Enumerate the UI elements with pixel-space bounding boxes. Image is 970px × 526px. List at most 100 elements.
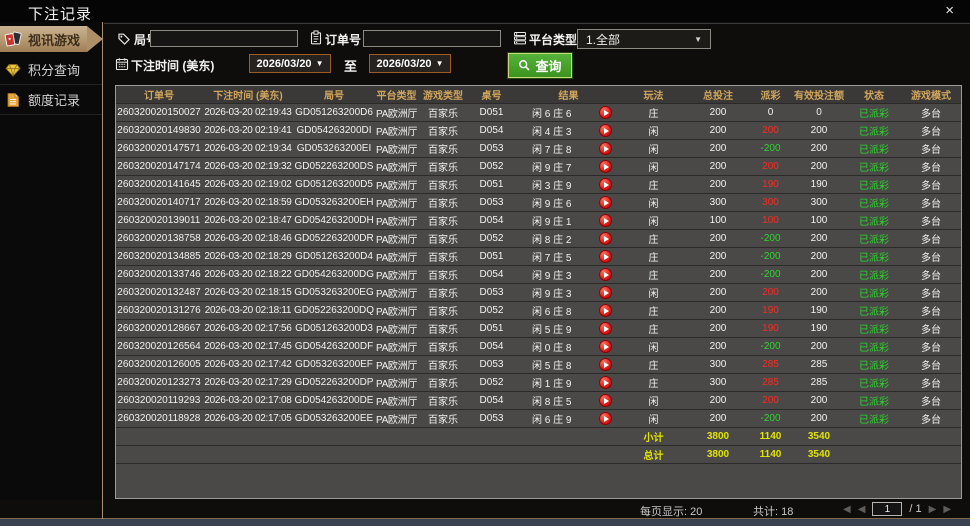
order-number-cell: 260320020147571 xyxy=(117,143,201,154)
bet-time-cell: 2026-03-20 02:19:43 xyxy=(204,107,292,118)
bet-type-cell: 庄 xyxy=(648,325,659,336)
total-bet-cell: 200 xyxy=(709,107,727,118)
game-mode-cell: 多台 xyxy=(921,379,941,390)
order-number-cell: 260320020141645 xyxy=(117,179,201,190)
table-number-cell: D054 xyxy=(479,341,504,352)
platform-cell: PA欧洲厅 xyxy=(375,271,418,282)
sidebar-item-label: 积分查询 xyxy=(28,63,81,78)
total-bet-cell: 200 xyxy=(709,341,727,352)
date-to-picker[interactable]: 2026/03/20 ▼ xyxy=(369,54,451,73)
result-score: 闲 0 庄 8 xyxy=(532,343,572,354)
bet-time-cell: 2026-03-20 02:17:05 xyxy=(204,413,292,424)
round-number-cell: GD054263200DE xyxy=(294,395,374,406)
replay-play-icon[interactable] xyxy=(599,124,612,137)
replay-play-icon[interactable] xyxy=(599,196,612,209)
table-number-cell: D053 xyxy=(479,197,504,208)
payout-cell: 190 xyxy=(762,323,779,334)
bet-type-cell: 庄 xyxy=(648,181,659,192)
replay-play-icon[interactable] xyxy=(599,394,612,407)
replay-play-icon[interactable] xyxy=(599,286,612,299)
game-mode-cell: 多台 xyxy=(921,361,941,372)
replay-play-icon[interactable] xyxy=(599,106,612,119)
gem-icon xyxy=(4,62,22,78)
replay-play-icon[interactable] xyxy=(599,340,612,353)
game-mode-cell: 多台 xyxy=(921,343,941,354)
status-badge: 已派彩 xyxy=(859,145,889,156)
result-cell: 闲 3 庄 9 xyxy=(516,177,621,192)
total-bet-cell: 200 xyxy=(709,161,727,172)
bet-type-cell: 闲 xyxy=(648,289,659,300)
replay-play-icon[interactable] xyxy=(599,142,612,155)
col-header-table-no: 桌号 xyxy=(481,91,502,102)
close-icon[interactable]: × xyxy=(945,2,954,20)
status-badge: 已派彩 xyxy=(859,361,889,372)
replay-play-icon[interactable] xyxy=(599,358,612,371)
next-page-icon[interactable]: ▶ xyxy=(929,504,937,515)
table-row: 260320020138758 2026-03-20 02:18:46 GD05… xyxy=(116,230,961,248)
bet-time-cell: 2026-03-20 02:18:59 xyxy=(204,197,292,208)
replay-play-icon[interactable] xyxy=(599,232,612,245)
platform-cell: PA欧洲厅 xyxy=(375,181,418,192)
subtotal-payout: 1140 xyxy=(759,431,782,442)
search-icon xyxy=(518,59,531,72)
round-number-cell: GD051263200D6 xyxy=(295,107,373,118)
table-row: 260320020133746 2026-03-20 02:18:22 GD05… xyxy=(116,266,961,284)
result-score: 闲 3 庄 9 xyxy=(532,181,572,192)
game-mode-cell: 多台 xyxy=(921,145,941,156)
round-number-cell: GD053263200EI xyxy=(296,143,372,154)
table-empty-area xyxy=(116,464,961,498)
replay-play-icon[interactable] xyxy=(599,412,612,425)
replay-play-icon[interactable] xyxy=(599,268,612,281)
date-from-picker[interactable]: 2026/03/20 ▼ xyxy=(249,54,331,73)
platform-type-select[interactable]: 1.全部 ▼ xyxy=(577,29,711,49)
round-number-input[interactable] xyxy=(150,30,298,47)
table-number-cell: D053 xyxy=(479,143,504,154)
date-range-to-label: 至 xyxy=(344,59,358,74)
replay-play-icon[interactable] xyxy=(599,214,612,227)
game-mode-cell: 多台 xyxy=(921,325,941,336)
game-mode-cell: 多台 xyxy=(921,235,941,246)
sidebar-item-points-query[interactable]: 积分查询 xyxy=(0,55,102,85)
result-cell: 闲 9 庄 3 xyxy=(516,285,621,300)
replay-play-icon[interactable] xyxy=(599,376,612,389)
table-number-cell: D052 xyxy=(479,305,504,316)
result-score: 闲 5 庄 9 xyxy=(532,325,572,336)
status-badge: 已派彩 xyxy=(859,325,889,336)
last-page-icon[interactable]: ▶ xyxy=(943,504,951,515)
payout-cell: 200 xyxy=(762,125,779,136)
col-header-platform: 平台类型 xyxy=(376,91,417,102)
page-number-input[interactable] xyxy=(872,502,903,516)
status-badge: 已派彩 xyxy=(859,217,889,228)
replay-play-icon[interactable] xyxy=(599,322,612,335)
total-bet-cell: 300 xyxy=(709,377,727,388)
query-button[interactable]: 查询 xyxy=(508,53,572,78)
game-mode-cell: 多台 xyxy=(921,397,941,408)
bet-type-cell: 闲 xyxy=(648,343,659,354)
bet-time-cell: 2026-03-20 02:17:08 xyxy=(204,395,292,406)
game-type-cell: 百家乐 xyxy=(428,109,458,120)
game-type-cell: 百家乐 xyxy=(428,271,458,282)
round-number-cell: GD054263200DH xyxy=(294,215,374,226)
bet-time-cell: 2026-03-20 02:17:45 xyxy=(204,341,292,352)
game-mode-cell: 多台 xyxy=(921,415,941,426)
valid-bet-cell: 200 xyxy=(810,251,828,262)
replay-play-icon[interactable] xyxy=(599,304,612,317)
status-badge: 已派彩 xyxy=(859,181,889,192)
prev-page-icon[interactable]: ◀ xyxy=(858,504,866,515)
replay-play-icon[interactable] xyxy=(599,178,612,191)
first-page-icon[interactable]: ◀ xyxy=(843,504,851,515)
replay-play-icon[interactable] xyxy=(599,160,612,173)
total-bet-cell: 200 xyxy=(709,305,727,316)
valid-bet-cell: 200 xyxy=(810,395,828,406)
total-bet-cell: 200 xyxy=(709,251,727,262)
sidebar-item-video-games[interactable]: 视讯游戏 xyxy=(0,26,103,52)
valid-bet-cell: 190 xyxy=(810,305,828,316)
replay-play-icon[interactable] xyxy=(599,250,612,263)
order-number-input[interactable] xyxy=(363,30,501,47)
sidebar-item-quota-records[interactable]: 额度记录 xyxy=(0,85,102,115)
platform-cell: PA欧洲厅 xyxy=(375,415,418,426)
platform-cell: PA欧洲厅 xyxy=(375,307,418,318)
round-number-cell: GD051263200D3 xyxy=(295,323,373,334)
valid-bet-cell: 200 xyxy=(810,143,828,154)
table-number-cell: D053 xyxy=(479,413,504,424)
